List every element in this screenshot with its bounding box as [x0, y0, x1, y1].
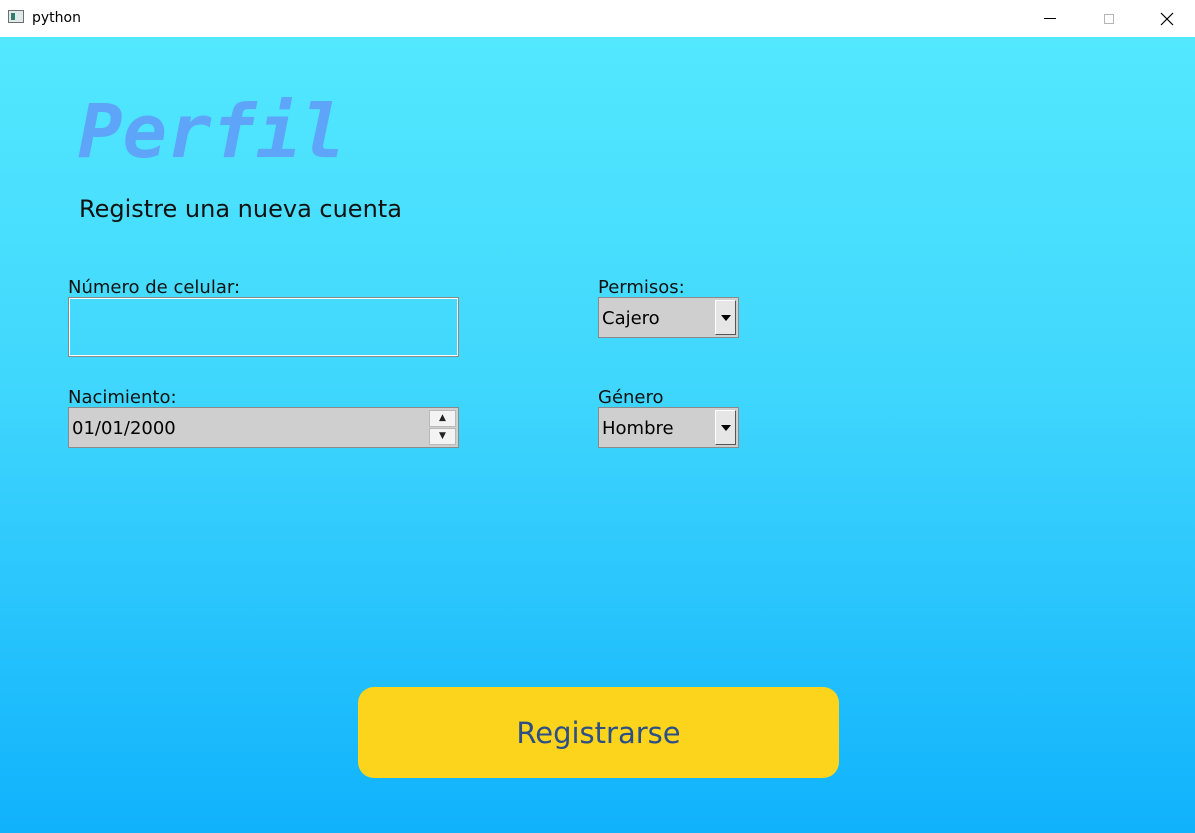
page-subtitle: Registre una nueva cuenta [79, 195, 402, 223]
date-decrement-button[interactable]: ▼ [429, 428, 456, 445]
register-button[interactable]: Registrarse [358, 687, 839, 778]
app-icon [8, 10, 24, 23]
close-button[interactable] [1138, 0, 1195, 37]
birth-label: Nacimiento: [68, 387, 177, 408]
window-title: python [32, 10, 81, 26]
minimize-button[interactable] [1021, 0, 1079, 37]
birth-date-value: 01/01/2000 [72, 418, 176, 439]
page-title: Perfil [78, 89, 346, 175]
minimize-icon [1044, 18, 1056, 19]
permissions-select[interactable]: Cajero [598, 297, 739, 338]
gender-dropdown-button[interactable] [715, 410, 736, 445]
app-window: python Perfil Registre una nueva cuenta … [0, 0, 1195, 833]
chevron-down-icon [720, 314, 731, 321]
birth-date-field[interactable]: 01/01/2000 ▲ ▼ [68, 407, 459, 448]
title-bar: python [0, 0, 1195, 37]
maximize-icon [1104, 13, 1114, 24]
chevron-down-icon [720, 424, 731, 431]
gender-selected-value: Hombre [602, 418, 674, 439]
gender-select[interactable]: Hombre [598, 407, 739, 448]
close-icon [1160, 12, 1174, 25]
gender-label: Género [598, 387, 664, 408]
permissions-selected-value: Cajero [602, 308, 660, 329]
phone-label: Número de celular: [68, 277, 241, 298]
maximize-button[interactable] [1080, 0, 1138, 37]
permissions-dropdown-button[interactable] [715, 300, 736, 335]
arrow-up-icon: ▲ [439, 413, 446, 423]
form-panel: Perfil Registre una nueva cuenta Número … [0, 37, 1195, 833]
date-increment-button[interactable]: ▲ [429, 410, 456, 427]
phone-input[interactable] [68, 297, 459, 357]
permissions-label: Permisos: [598, 277, 685, 298]
arrow-down-icon: ▼ [439, 431, 446, 441]
